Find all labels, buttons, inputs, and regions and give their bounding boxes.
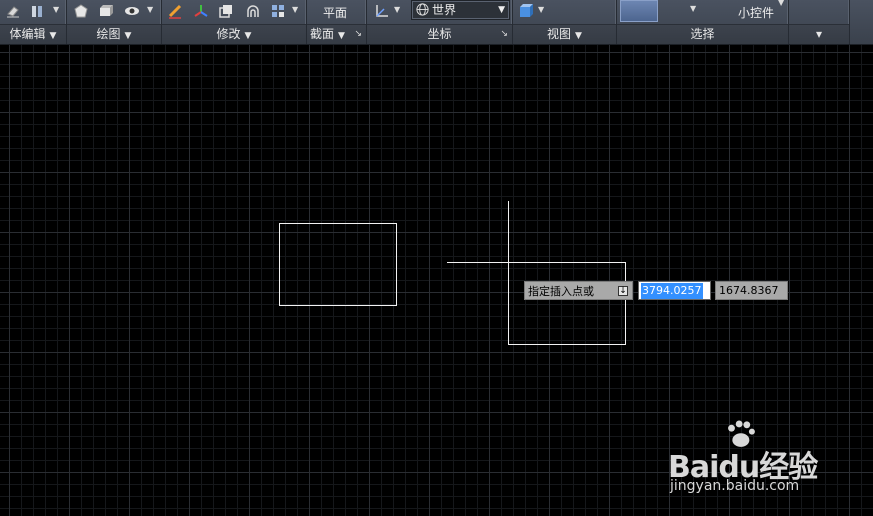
panel-section: 平面 截面 ▼ ↘ bbox=[307, 0, 367, 44]
panel-launcher-icon[interactable]: ↘ bbox=[354, 25, 362, 44]
gizmo-icon[interactable] bbox=[192, 2, 210, 20]
panel-modify: ▼ 修改 ▼ bbox=[162, 0, 307, 44]
ucs-select[interactable]: 世界 ▼ bbox=[411, 0, 510, 20]
chevron-down-icon[interactable]: ▼ bbox=[245, 31, 252, 41]
polygon-icon[interactable] bbox=[72, 2, 90, 20]
x-coordinate-input[interactable]: 3794.0257 bbox=[638, 281, 711, 300]
chevron-down-icon[interactable]: ▼ bbox=[538, 5, 544, 14]
panel-draw: ▼ 绘图 ▼ bbox=[67, 0, 162, 44]
insert-preview-rectangle bbox=[508, 262, 626, 345]
rectangle-object[interactable] bbox=[279, 223, 397, 306]
y-coordinate-value: 1674.8367 bbox=[719, 284, 779, 297]
panel-title-selection[interactable]: 选择 bbox=[617, 24, 788, 44]
pencil-icon[interactable] bbox=[166, 2, 184, 20]
panel-selection: ▼ 小控件 ▼ 选择 bbox=[617, 0, 789, 44]
section-plane-button[interactable]: 平面 bbox=[323, 4, 347, 21]
selection-cycling-button[interactable] bbox=[620, 0, 658, 22]
chevron-down-icon[interactable]: ▼ bbox=[394, 5, 400, 14]
chevron-down-icon[interactable]: ▼ bbox=[147, 5, 153, 14]
ucs-select-value: 世界 bbox=[432, 3, 457, 17]
ribbon-minimize-button[interactable]: ▾ bbox=[789, 24, 849, 44]
x-coordinate-value: 3794.0257 bbox=[641, 283, 703, 299]
baidu-watermark: Baidu经验 jingyan.baidu.com bbox=[668, 418, 868, 498]
panel-title-view[interactable]: 视图 ▼ bbox=[513, 24, 616, 44]
offset-icon[interactable] bbox=[244, 2, 262, 20]
chevron-down-icon[interactable]: ▼ bbox=[125, 31, 132, 41]
dynamic-input-prompt: 指定插入点或 ↓ bbox=[524, 281, 633, 300]
chevron-down-icon[interactable]: ▼ bbox=[292, 5, 298, 14]
copy-icon[interactable] bbox=[217, 2, 235, 20]
y-coordinate-input[interactable]: 1674.8367 bbox=[715, 281, 788, 300]
chevron-down-icon: ▾ bbox=[815, 27, 823, 41]
options-arrow-icon[interactable]: ↓ bbox=[618, 286, 628, 296]
extrude-icon[interactable] bbox=[28, 2, 46, 20]
box-icon[interactable] bbox=[97, 2, 115, 20]
panel-title-draw[interactable]: 绘图 ▼ bbox=[67, 24, 161, 44]
chevron-down-icon: ▼ bbox=[498, 5, 505, 15]
panel-title-solid-editing[interactable]: 体编辑 ▼ bbox=[0, 24, 66, 44]
chevron-down-icon[interactable]: ▼ bbox=[50, 31, 57, 41]
ucs-icon[interactable] bbox=[373, 2, 391, 20]
watermark-url: jingyan.baidu.com bbox=[670, 478, 800, 494]
panel-title-section[interactable]: 截面 ▼ ↘ bbox=[307, 24, 366, 44]
eraser-icon[interactable] bbox=[4, 2, 22, 20]
panel-launcher-icon[interactable]: ↘ bbox=[500, 25, 508, 44]
ribbon: ▼ 体编辑 ▼ ▼ 绘图 ▼ ▼ 修改 ▼ 平面 截面 ▼ ↘ ▼ 坐标 ↘ 世… bbox=[0, 0, 873, 45]
globe-icon bbox=[416, 3, 429, 16]
array-icon[interactable] bbox=[269, 2, 287, 20]
view-eye-icon[interactable] bbox=[123, 2, 141, 20]
gizmo-label[interactable]: 小控件 bbox=[738, 4, 774, 21]
ribbon-overflow: ▾ bbox=[789, 0, 850, 44]
chevron-down-icon[interactable]: ▼ bbox=[575, 31, 582, 41]
prompt-text: 指定插入点或 bbox=[528, 285, 594, 298]
chevron-down-icon[interactable]: ▼ bbox=[690, 4, 696, 13]
panel-view: ▼ 视图 ▼ bbox=[513, 0, 617, 44]
chevron-down-icon[interactable]: ▼ bbox=[53, 5, 59, 14]
view-cube-icon[interactable] bbox=[517, 2, 535, 20]
chevron-down-icon[interactable]: ▼ bbox=[338, 31, 345, 41]
chevron-down-icon[interactable]: ▼ bbox=[778, 0, 784, 7]
panel-title-modify[interactable]: 修改 ▼ bbox=[162, 24, 306, 44]
panel-title-coordinates[interactable]: 坐标 ↘ bbox=[367, 24, 512, 44]
panel-solid-editing: ▼ 体编辑 ▼ bbox=[0, 0, 67, 44]
